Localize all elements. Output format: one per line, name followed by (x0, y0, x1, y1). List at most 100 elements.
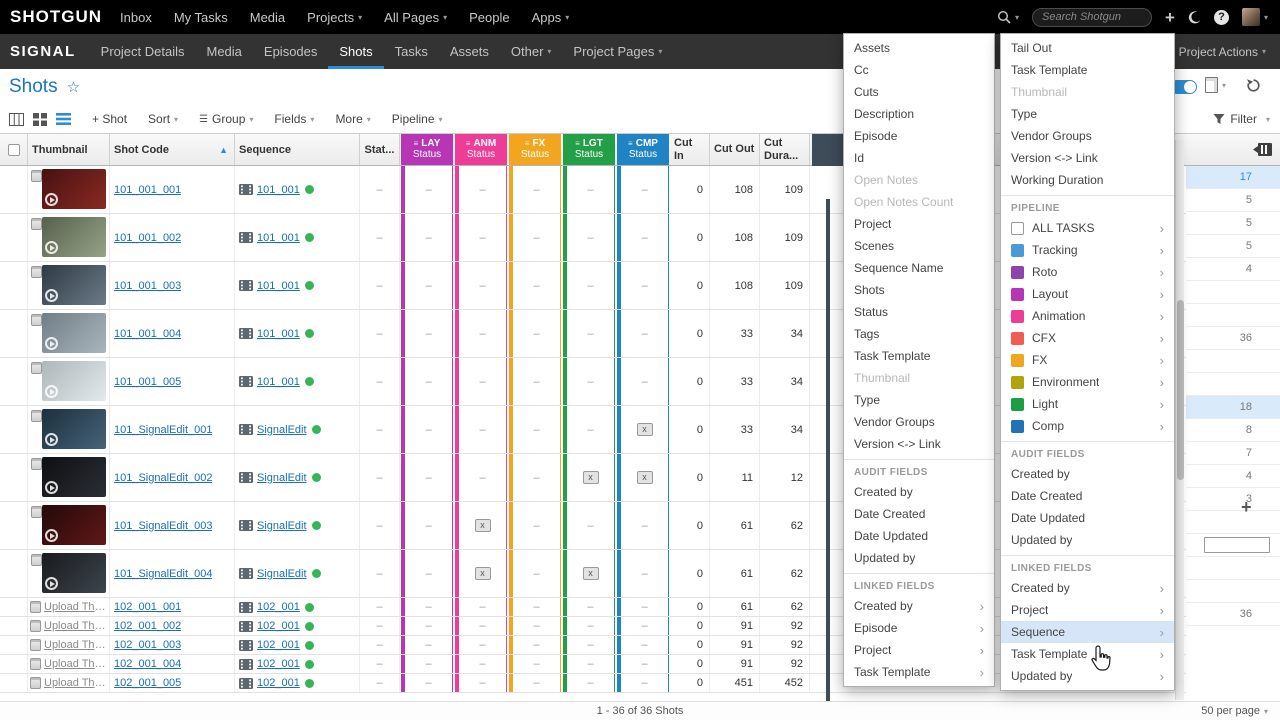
shot-thumbnail[interactable] (42, 409, 106, 449)
menu-checkbox-environment[interactable] (1011, 376, 1024, 389)
pipeline-cell-lgt[interactable]: – (563, 214, 615, 261)
play-icon[interactable] (45, 577, 58, 590)
side-row[interactable] (1186, 304, 1280, 327)
pipeline-cell-fx[interactable]: – (509, 358, 561, 405)
shot-thumbnail[interactable] (42, 457, 106, 497)
menu-item-task-template[interactable]: Task Template› (844, 661, 994, 683)
pipeline-cell-lgt[interactable]: – (563, 655, 615, 673)
select-all-checkbox[interactable] (8, 144, 20, 156)
pipeline-cell-lgt[interactable]: – (563, 598, 615, 616)
scrollbar-thumb[interactable] (1177, 300, 1184, 480)
menu-item-version-link[interactable]: Version <-> Link (1001, 147, 1174, 169)
pipeline-cell-anm[interactable]: – (455, 214, 507, 261)
pipeline-cell-lgt[interactable]: – (563, 617, 615, 635)
pipeline-cell-fx[interactable]: – (509, 655, 561, 673)
detail-panel-icon[interactable] (30, 620, 41, 632)
col-header-status[interactable]: Stat... (360, 134, 400, 165)
project-tab-media[interactable]: Media (195, 34, 252, 69)
menu-item-date-created[interactable]: Date Created (844, 503, 994, 525)
upload-thumbnail-link[interactable]: Upload Thum... (44, 677, 107, 689)
shot-thumbnail[interactable] (42, 505, 106, 545)
play-icon[interactable] (45, 193, 58, 206)
pipeline-cell-lay[interactable]: – (401, 262, 453, 309)
sequence-link[interactable]: 102_001 (257, 677, 300, 689)
project-actions-menu[interactable]: Project Actions▾ (1179, 45, 1266, 59)
pipeline-cell-cmp[interactable]: x (617, 454, 669, 501)
pipeline-cell-lay[interactable]: – (401, 550, 453, 597)
side-row[interactable] (1186, 281, 1280, 304)
pipeline-cell-fx[interactable]: – (509, 617, 561, 635)
detail-panel-icon[interactable] (31, 266, 42, 278)
sequence-link[interactable]: SignalEdit (257, 568, 307, 580)
col-header-pipeline-fx[interactable]: ≡FXStatus (509, 134, 561, 165)
sequence-link[interactable]: SignalEdit (257, 424, 307, 436)
menu-item-fx[interactable]: FX› (1001, 349, 1174, 371)
filter-button[interactable]: Filter▾ (1213, 112, 1270, 126)
menu-checkbox-roto[interactable] (1011, 266, 1024, 279)
per-page-selector[interactable]: 50 per page▾ (1201, 705, 1268, 717)
pipeline-cell-fx[interactable]: – (509, 636, 561, 654)
side-row[interactable]: 8 (1186, 419, 1280, 442)
shotgun-logo[interactable]: SHOTGUN (0, 7, 120, 27)
pipeline-cell-cmp[interactable]: – (617, 550, 669, 597)
menu-item-cc[interactable]: Cc (844, 59, 994, 81)
topnav-item-apps[interactable]: Apps▾ (532, 10, 570, 25)
pipeline-cell-lgt[interactable]: – (563, 262, 615, 309)
shot-code-link[interactable]: 102_001_002 (114, 620, 181, 632)
menu-item-project[interactable]: Project› (844, 639, 994, 661)
pipeline-cell-fx[interactable]: – (509, 454, 561, 501)
detail-panel-icon[interactable] (31, 506, 42, 518)
pipeline-cell-cmp[interactable]: – (617, 502, 669, 549)
more-menu-button[interactable]: More▾ (335, 112, 370, 126)
menu-item-episode[interactable]: Episode› (844, 617, 994, 639)
detail-panel-icon[interactable] (31, 170, 42, 182)
menu-item-project[interactable]: Project› (1001, 599, 1174, 621)
detail-panel-icon[interactable] (31, 314, 42, 326)
upload-thumbnail-link[interactable]: Upload Thum... (44, 639, 107, 651)
pipeline-cell-lay[interactable]: – (401, 598, 453, 616)
side-row[interactable] (1186, 373, 1280, 396)
side-row[interactable]: 4 (1186, 258, 1280, 281)
topnav-item-media[interactable]: Media (250, 10, 285, 25)
pipeline-cell-fx[interactable]: – (509, 406, 561, 453)
play-icon[interactable] (45, 481, 58, 494)
pipeline-cell-lgt[interactable]: – (563, 636, 615, 654)
upload-thumbnail-link[interactable]: Upload Thum... (44, 658, 107, 670)
menu-item-vendor-groups[interactable]: Vendor Groups (1001, 125, 1174, 147)
detail-panel-icon[interactable] (31, 410, 42, 422)
side-row[interactable]: 5 (1186, 235, 1280, 258)
menu-item-episode[interactable]: Episode (844, 125, 994, 147)
sequence-link[interactable]: 101_001 (257, 328, 300, 340)
menu-item-created-by[interactable]: Created by› (844, 595, 994, 617)
shot-thumbnail[interactable] (42, 217, 106, 257)
menu-item-environment[interactable]: Environment› (1001, 371, 1174, 393)
pipeline-cell-lgt[interactable]: x (563, 454, 615, 501)
sequence-link[interactable]: 102_001 (257, 639, 300, 651)
menu-checkbox-cfx[interactable] (1011, 332, 1024, 345)
menu-item-layout[interactable]: Layout› (1001, 283, 1174, 305)
menu-item-tags[interactable]: Tags (844, 323, 994, 345)
col-header-shot-code[interactable]: Shot Code▲ (110, 134, 235, 165)
menu-checkbox-layout[interactable] (1011, 288, 1024, 301)
menu-item-vendor-groups[interactable]: Vendor Groups (844, 411, 994, 433)
topnav-item-people[interactable]: People (469, 10, 509, 25)
side-row[interactable] (1186, 350, 1280, 373)
pipeline-cell-lay[interactable]: – (401, 214, 453, 261)
shot-code-link[interactable]: 101_001_004 (114, 328, 181, 340)
shot-code-link[interactable]: 102_001_003 (114, 639, 181, 651)
shot-thumbnail[interactable] (42, 553, 106, 593)
side-row[interactable] (1186, 580, 1280, 603)
view-columns-icon[interactable] (9, 113, 24, 126)
upload-thumbnail-link[interactable]: Upload Thum... (44, 620, 107, 632)
col-header-pipeline-lgt[interactable]: ≡LGTStatus (563, 134, 615, 165)
page-settings-icon[interactable]: ▾ (1205, 77, 1226, 93)
side-row[interactable]: 3 (1186, 488, 1280, 511)
project-tab-other[interactable]: Other▾ (500, 34, 563, 69)
topnav-item-all-pages[interactable]: All Pages▾ (384, 10, 447, 25)
menu-item-sequence-name[interactable]: Sequence Name (844, 257, 994, 279)
pipeline-cell-cmp[interactable]: – (617, 358, 669, 405)
add-shot-button[interactable]: + Shot (92, 112, 127, 126)
pipeline-cell-anm[interactable]: – (455, 262, 507, 309)
play-icon[interactable] (45, 337, 58, 350)
pipeline-cell-lay[interactable]: – (401, 502, 453, 549)
